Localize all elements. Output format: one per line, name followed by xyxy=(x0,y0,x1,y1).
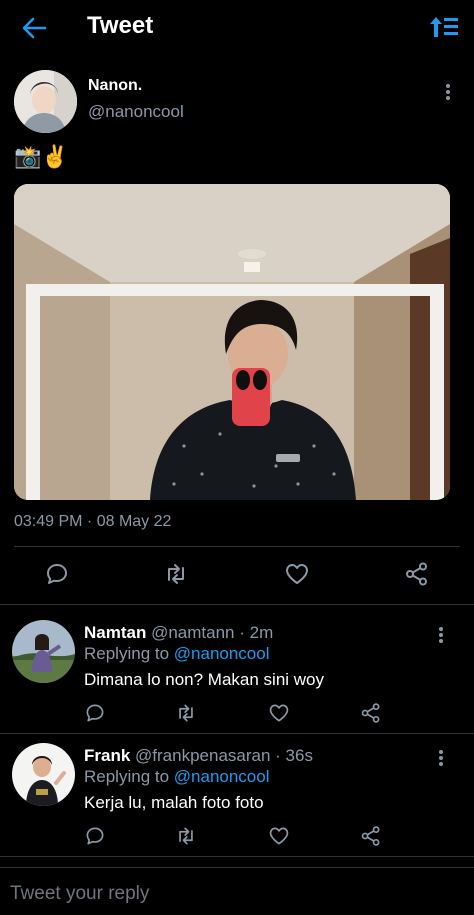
avatar[interactable] xyxy=(12,743,75,806)
retweet-icon[interactable] xyxy=(163,561,189,587)
author-handle[interactable]: @nanoncool xyxy=(88,102,184,122)
reply-icon[interactable] xyxy=(84,825,106,847)
reply-item[interactable]: Frank @frankpenasaran · 36s Replying to … xyxy=(0,734,474,862)
sort-arrows-icon[interactable] xyxy=(428,13,460,41)
tweet-text: 📸✌️ xyxy=(14,144,69,169)
tweet-timestamp: 03:49 PM · 08 May 22 xyxy=(14,513,172,530)
replying-to: Replying to @nanoncool xyxy=(84,644,270,664)
retweet-icon[interactable] xyxy=(175,825,197,847)
avatar[interactable] xyxy=(12,620,75,683)
reply-composer xyxy=(0,867,474,915)
top-bar: Tweet xyxy=(0,0,474,58)
tweet-photo[interactable] xyxy=(14,184,450,500)
replying-to-link[interactable]: @nanoncool xyxy=(174,644,270,663)
heart-icon[interactable] xyxy=(268,702,290,724)
reply-author-name[interactable]: Namtan xyxy=(84,623,146,642)
heart-icon[interactable] xyxy=(284,561,310,587)
replying-prefix: Replying to xyxy=(84,767,174,786)
share-icon[interactable] xyxy=(404,561,430,587)
back-arrow-icon[interactable] xyxy=(20,14,48,42)
reply-item[interactable]: Namtan @namtann · 2m Replying to @nanonc… xyxy=(0,605,474,733)
replying-to: Replying to @nanoncool xyxy=(84,767,270,787)
heart-icon[interactable] xyxy=(268,825,290,847)
reply-text: Kerja lu, malah foto foto xyxy=(84,793,264,812)
reply-icon[interactable] xyxy=(44,561,70,587)
share-icon[interactable] xyxy=(360,702,382,724)
reply-icon[interactable] xyxy=(84,702,106,724)
reply-text: Dimana lo non? Makan sini woy xyxy=(84,670,325,689)
divider xyxy=(0,856,474,857)
reply-meta: @namtann · 2m xyxy=(151,623,274,642)
avatar[interactable] xyxy=(14,70,77,133)
more-vertical-icon[interactable] xyxy=(434,625,448,645)
author-name[interactable]: Nanon. xyxy=(88,77,142,95)
share-icon[interactable] xyxy=(360,825,382,847)
reply-input[interactable] xyxy=(10,881,450,907)
retweet-icon[interactable] xyxy=(175,702,197,724)
replying-to-link[interactable]: @nanoncool xyxy=(174,767,270,786)
divider xyxy=(14,546,460,547)
reply-author-name[interactable]: Frank xyxy=(84,746,130,765)
more-vertical-icon[interactable] xyxy=(434,748,448,768)
reply-actions xyxy=(0,825,474,849)
page-title: Tweet xyxy=(87,12,154,39)
tweet-actions xyxy=(0,561,474,591)
replying-prefix: Replying to xyxy=(84,644,174,663)
reply-actions xyxy=(0,702,474,726)
reply-meta: @frankpenasaran · 36s xyxy=(135,746,313,765)
more-vertical-icon[interactable] xyxy=(441,82,455,102)
